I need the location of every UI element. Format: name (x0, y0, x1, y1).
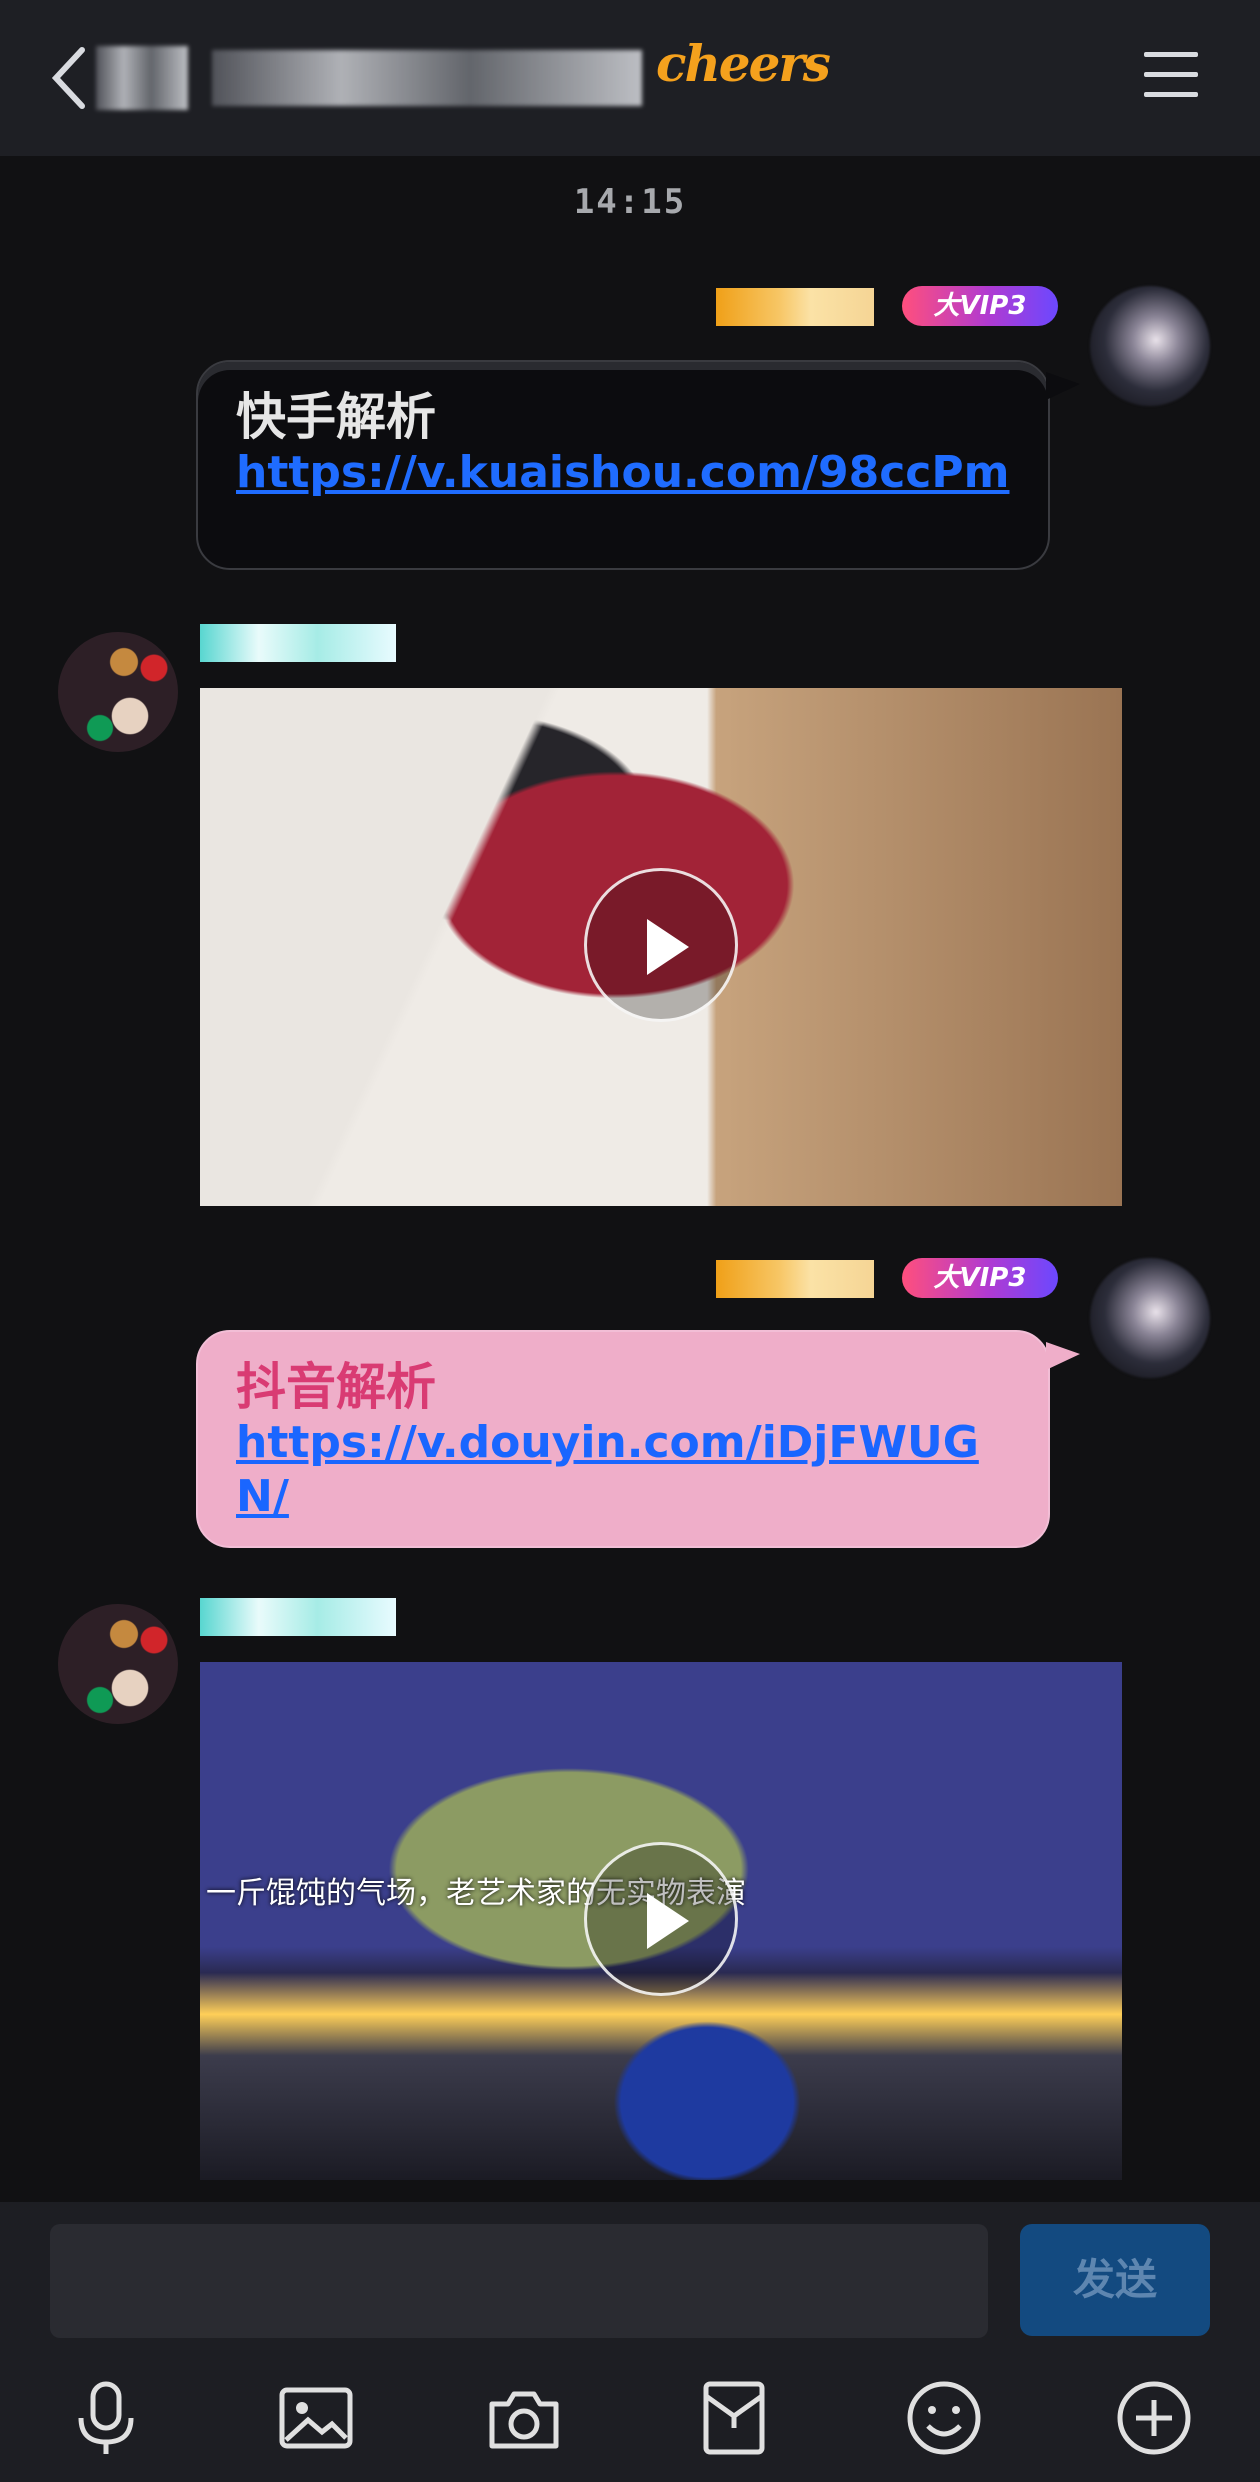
sender-name-blurred (200, 1598, 396, 1636)
bubble-tail (1046, 1342, 1080, 1370)
message-input[interactable] (50, 2224, 988, 2338)
bot-avatar[interactable] (58, 1604, 178, 1724)
emoji-icon[interactable] (904, 2378, 984, 2458)
timestamp: 14:15 (573, 182, 687, 222)
chat-title-blurred (212, 50, 642, 106)
my-avatar[interactable] (1090, 1258, 1210, 1378)
plus-icon[interactable] (1114, 2378, 1194, 2458)
chat-avatar-blurred (96, 46, 188, 110)
send-button[interactable]: 发送 (1020, 2224, 1210, 2336)
bubble-tail (1046, 372, 1080, 400)
message-bubble[interactable]: 抖音解析 https://v.douyin.com/iDjFWUGN/ (196, 1330, 1050, 1548)
vip-badge: 大VIP3 (902, 286, 1058, 326)
play-icon[interactable] (584, 868, 738, 1022)
red-packet-icon[interactable] (694, 2378, 774, 2458)
vip-badge: 大VIP3 (902, 1258, 1058, 1298)
video-thumbnail[interactable]: 一斤馄饨的气场，老艺术家的无实物表演 (200, 1662, 1122, 2180)
chevron-left-icon (51, 47, 85, 109)
menu-button[interactable] (1144, 52, 1198, 100)
image-icon[interactable] (276, 2378, 356, 2458)
message-title: 抖音解析 (236, 1358, 436, 1416)
video-thumbnail[interactable] (200, 688, 1122, 1206)
message-bubble[interactable]: 快手解析 https://v.kuaishou.com/98ccPm (196, 360, 1050, 570)
brand-logo: cheers (656, 34, 831, 93)
camera-icon[interactable] (484, 2378, 564, 2458)
input-bar: 发送 (0, 2202, 1260, 2352)
message-link[interactable]: https://v.douyin.com/iDjFWUGN/ (236, 1416, 1010, 1524)
chat-header: cheers (0, 0, 1260, 156)
sender-name-blurred (200, 624, 396, 662)
my-avatar[interactable] (1090, 286, 1210, 406)
sender-name-blurred (716, 1260, 874, 1298)
bot-avatar[interactable] (58, 632, 178, 752)
message-link[interactable]: https://v.kuaishou.com/98ccPm (236, 446, 1010, 500)
sender-name-blurred (716, 288, 874, 326)
back-button[interactable] (48, 44, 88, 112)
message-title: 快手解析 (236, 388, 436, 446)
bottom-toolbar (0, 2352, 1260, 2482)
mic-icon[interactable] (66, 2378, 146, 2458)
play-icon[interactable] (584, 1842, 738, 1996)
